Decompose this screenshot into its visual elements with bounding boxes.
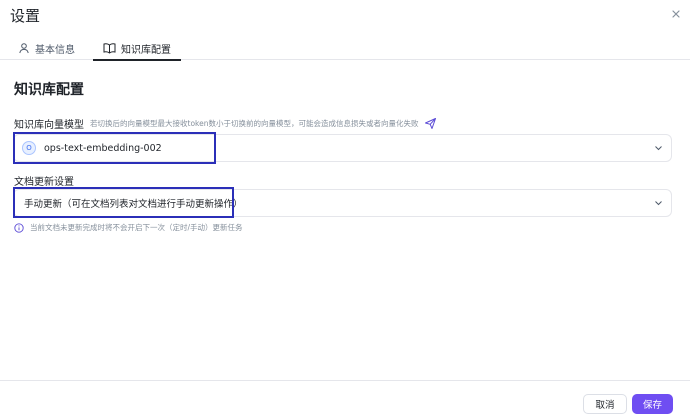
vector-model-select[interactable]: O ops-text-embedding-002 [13, 134, 672, 162]
doc-update-label: 文档更新设置 [14, 177, 74, 188]
close-icon [672, 10, 680, 18]
tab-basic-info[interactable]: 基本信息 [18, 36, 75, 60]
dialog-footer: 取消 保存 [0, 380, 690, 419]
book-icon [103, 43, 116, 54]
doc-update-note-text: 当前文档未更新完成时将不会开启下一次（定时/手动）更新任务 [30, 223, 243, 232]
doc-update-select[interactable]: 手动更新（可在文档列表对文档进行手动更新操作） [13, 189, 672, 217]
send-icon[interactable] [424, 117, 437, 130]
vector-model-label-row: 知识库向量模型 若切换后的向量模型最大接收token数小于切换前的向量模型，可能… [14, 116, 437, 131]
section-title: 知识库配置 [14, 82, 84, 98]
vector-model-label: 知识库向量模型 [14, 120, 84, 131]
doc-update-value: 手动更新（可在文档列表对文档进行手动更新操作） [24, 199, 243, 210]
dialog-header: 设置 [0, 0, 690, 32]
user-icon [19, 43, 29, 54]
vector-model-value: ops-text-embedding-002 [44, 142, 162, 154]
vector-model-hint: 若切换后的向量模型最大接收token数小于切换前的向量模型，可能会造成信息损失或… [90, 119, 419, 128]
doc-update-label-row: 文档更新设置 [14, 173, 74, 188]
close-button[interactable] [668, 6, 684, 22]
tab-bar: 基本信息 知识库配置 [0, 36, 690, 61]
save-button[interactable]: 保存 [632, 394, 673, 414]
doc-update-note: 当前文档未更新完成时将不会开启下一次（定时/手动）更新任务 [14, 222, 243, 233]
chevron-down-icon [655, 201, 662, 206]
tab-knowledge-base-config-label: 知识库配置 [121, 44, 171, 56]
cancel-button[interactable]: 取消 [583, 394, 627, 414]
info-icon [14, 222, 24, 233]
tab-knowledge-base-config[interactable]: 知识库配置 [93, 36, 181, 61]
chevron-down-icon [655, 146, 662, 151]
dialog-title: 设置 [10, 7, 41, 25]
settings-dialog: 设置 基本信息 知识库配置 知识库配置 知识库向量模型 若切换后的向量模型最大接… [0, 0, 690, 419]
model-provider-icon: O [22, 141, 36, 155]
tab-basic-info-label: 基本信息 [35, 44, 75, 56]
